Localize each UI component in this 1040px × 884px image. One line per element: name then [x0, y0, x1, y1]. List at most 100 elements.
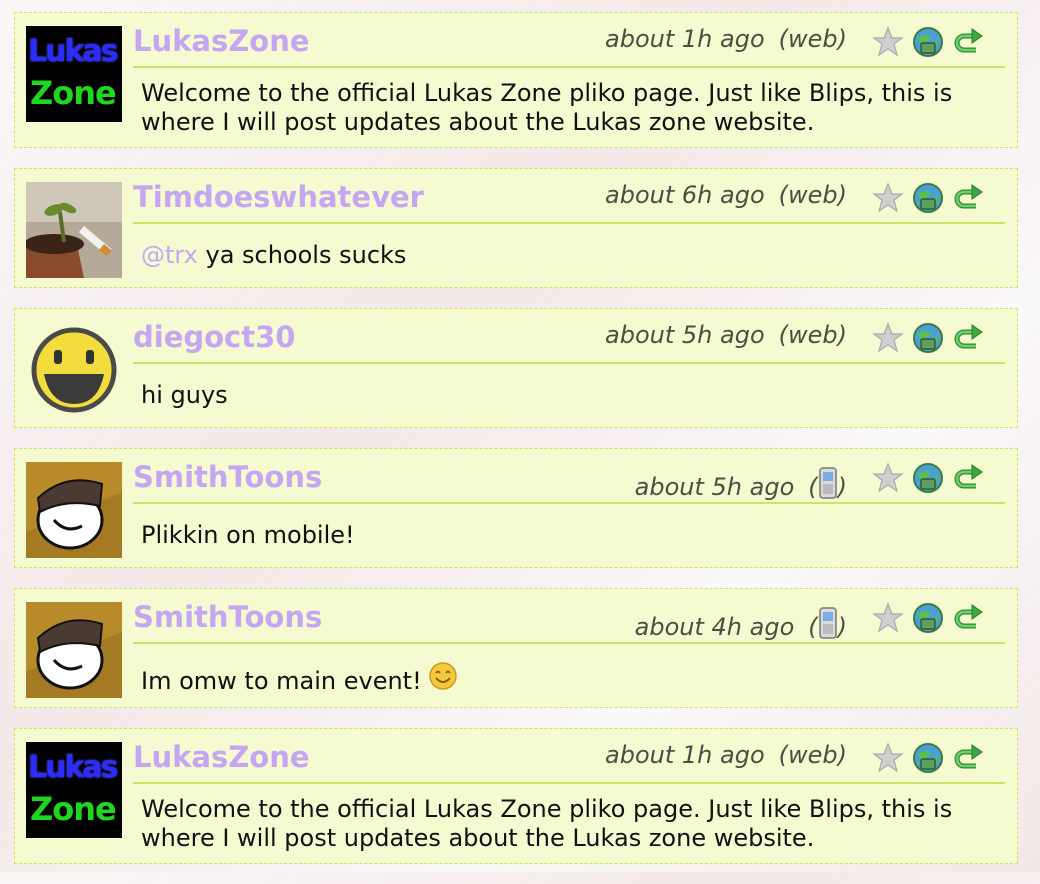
post-time[interactable]: about 1h ago: [605, 25, 765, 53]
username-link[interactable]: Timdoeswhatever: [133, 180, 424, 214]
star-icon: [872, 322, 904, 353]
post-actions: [871, 461, 985, 495]
post-item: Timdoeswhatever about 6h ago (web) @trx y…: [14, 168, 1018, 288]
star-icon: [872, 602, 904, 633]
username-link[interactable]: LukasZone: [133, 24, 310, 58]
post-meta: about 1h ago (web): [605, 25, 847, 53]
repost-button[interactable]: [951, 321, 985, 355]
cartoon-hat-avatar: [26, 462, 122, 558]
smiley-face-avatar: [26, 322, 122, 418]
repost-button[interactable]: [951, 601, 985, 635]
repost-button[interactable]: [951, 461, 985, 495]
post-actions: [871, 25, 985, 59]
source-paren-open: (: [808, 613, 818, 641]
reply-button[interactable]: [911, 25, 945, 59]
reply-button[interactable]: [911, 181, 945, 215]
post-source: (web): [778, 321, 847, 349]
logo-text-top: Lukas: [28, 750, 119, 785]
post-meta: about 4h ago (): [635, 607, 847, 641]
mobile-phone-icon: [818, 607, 837, 639]
header-divider: [133, 782, 1005, 784]
repost-button[interactable]: [951, 181, 985, 215]
post-actions: [871, 321, 985, 355]
header-divider: [133, 66, 1005, 68]
post-item: SmithToons about 5h ago () Plikkin on mob…: [14, 448, 1018, 568]
post-meta: about 5h ago (web): [605, 321, 847, 349]
favorite-button[interactable]: [871, 741, 905, 775]
post-time[interactable]: about 6h ago: [605, 181, 765, 209]
post-text: @trx ya schools sucks: [141, 241, 977, 270]
smiley-icon: [428, 662, 457, 690]
post-time[interactable]: about 5h ago: [605, 321, 765, 349]
post-text: Im omw to main event!: [141, 661, 977, 696]
header-divider: [133, 362, 1005, 364]
mention-link[interactable]: @trx: [141, 241, 198, 269]
post-actions: [871, 181, 985, 215]
mobile-phone-icon: [818, 467, 837, 499]
reply-button[interactable]: [911, 741, 945, 775]
post-feed: Lukas Zone LukasZone about 1h ago (web) W…: [14, 12, 1018, 884]
avatar[interactable]: Lukas Zone: [26, 742, 122, 838]
post-time[interactable]: about 4h ago: [635, 613, 795, 641]
username-link[interactable]: SmithToons: [133, 460, 322, 494]
post-text: Plikkin on mobile!: [141, 521, 355, 549]
reply-button[interactable]: [911, 321, 945, 355]
header-divider: [133, 502, 1005, 504]
logo-text-bottom: Zone: [30, 74, 117, 112]
logo-text-top: Lukas: [28, 34, 119, 69]
star-icon: [872, 26, 904, 57]
username-link[interactable]: diegoct30: [133, 320, 295, 354]
star-icon: [872, 742, 904, 773]
reply-button[interactable]: [911, 601, 945, 635]
post-source: (web): [778, 181, 847, 209]
post-item: SmithToons about 4h ago () Im omw to main…: [14, 588, 1018, 708]
avatar[interactable]: [26, 322, 122, 418]
star-icon: [872, 462, 904, 493]
globe-reply-icon: [913, 183, 943, 213]
avatar[interactable]: [26, 182, 122, 278]
avatar[interactable]: [26, 602, 122, 698]
globe-reply-icon: [913, 323, 943, 353]
star-icon: [872, 182, 904, 213]
post-source: (web): [778, 25, 847, 53]
post-time[interactable]: about 1h ago: [605, 741, 765, 769]
logo-text-bottom: Zone: [30, 790, 117, 828]
repost-button[interactable]: [951, 25, 985, 59]
globe-reply-icon: [913, 463, 943, 493]
post-meta: about 1h ago (web): [605, 741, 847, 769]
post-time[interactable]: about 5h ago: [635, 473, 795, 501]
repost-arrow-icon: [954, 324, 983, 349]
post-item: Lukas Zone LukasZone about 1h ago (web) W…: [14, 12, 1018, 148]
repost-arrow-icon: [954, 604, 983, 629]
post-meta: about 6h ago (web): [605, 181, 847, 209]
post-text: hi guys: [141, 381, 228, 409]
favorite-button[interactable]: [871, 181, 905, 215]
reply-button[interactable]: [911, 461, 945, 495]
repost-arrow-icon: [954, 184, 983, 209]
lukaszone-logo: Lukas Zone: [26, 26, 122, 122]
source-paren-close: ): [837, 473, 847, 501]
post-item: Lukas Zone LukasZone about 1h ago (web) W…: [14, 728, 1018, 864]
favorite-button[interactable]: [871, 601, 905, 635]
avatar[interactable]: [26, 462, 122, 558]
repost-arrow-icon: [954, 744, 983, 769]
post-text: Welcome to the official Lukas Zone pliko…: [141, 79, 953, 136]
post-text-body: ya schools sucks: [205, 241, 407, 269]
username-link[interactable]: SmithToons: [133, 600, 322, 634]
globe-reply-icon: [913, 603, 943, 633]
avatar[interactable]: Lukas Zone: [26, 26, 122, 122]
repost-button[interactable]: [951, 741, 985, 775]
post-meta: about 5h ago (): [635, 467, 847, 501]
post-text: Welcome to the official Lukas Zone pliko…: [141, 795, 953, 852]
username-link[interactable]: LukasZone: [133, 740, 310, 774]
source-paren-close: ): [837, 613, 847, 641]
favorite-button[interactable]: [871, 461, 905, 495]
header-divider: [133, 222, 1005, 224]
favorite-button[interactable]: [871, 321, 905, 355]
post-actions: [871, 601, 985, 635]
source-paren-open: (: [808, 473, 818, 501]
repost-arrow-icon: [954, 28, 983, 53]
globe-reply-icon: [913, 743, 943, 773]
favorite-button[interactable]: [871, 25, 905, 59]
post-item: diegoct30 about 5h ago (web) hi guys: [14, 308, 1018, 428]
